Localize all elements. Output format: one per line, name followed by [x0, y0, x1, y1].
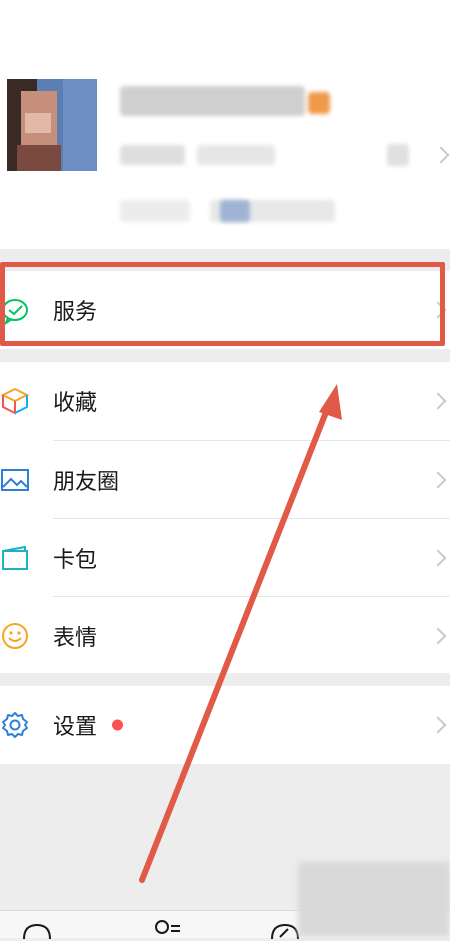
menu-item-moments[interactable]: 朋友圈 [0, 441, 450, 519]
menu-item-label: 设置 [53, 715, 98, 740]
profile-id-blur [120, 145, 185, 165]
qr-code-blur[interactable] [387, 144, 409, 166]
blurred-area [298, 862, 450, 937]
main-section: 收藏 朋友圈 卡包 表情 [0, 362, 450, 673]
menu-item-favorites[interactable]: 收藏 [0, 362, 450, 440]
profile-badge-blur [308, 92, 330, 114]
chevron-right-icon [432, 146, 450, 164]
menu-item-label: 卡包 [53, 548, 98, 573]
wallet-icon [2, 545, 28, 570]
profile-name-blur [120, 86, 305, 116]
chevron-right-icon [429, 549, 447, 567]
status-blur[interactable] [120, 200, 190, 222]
smiley-icon [2, 623, 28, 649]
menu-item-label: 表情 [53, 626, 98, 651]
menu-item-cards[interactable]: 卡包 [0, 519, 450, 597]
notification-badge [112, 719, 123, 731]
discover-icon[interactable] [268, 917, 302, 941]
profile-header[interactable] [0, 0, 450, 249]
menu-item-settings[interactable]: 设置 [0, 686, 450, 764]
image-icon [1, 469, 29, 491]
menu-item-stickers[interactable]: 表情 [0, 597, 450, 675]
chat-icon[interactable] [20, 917, 54, 941]
chevron-right-icon [429, 627, 447, 645]
status-avatar-blur [220, 200, 250, 222]
menu-item-label: 收藏 [53, 391, 98, 416]
highlight-box [0, 262, 445, 346]
menu-item-label: 朋友圈 [53, 470, 120, 495]
chevron-right-icon [429, 716, 447, 734]
contacts-icon[interactable] [150, 917, 184, 941]
settings-section: 设置 [0, 686, 450, 764]
profile-id-blur-2 [197, 145, 275, 165]
chevron-right-icon [429, 392, 447, 410]
cube-icon [0, 387, 30, 415]
chevron-right-icon [429, 471, 447, 489]
avatar[interactable] [7, 79, 97, 171]
gear-icon [2, 712, 28, 738]
